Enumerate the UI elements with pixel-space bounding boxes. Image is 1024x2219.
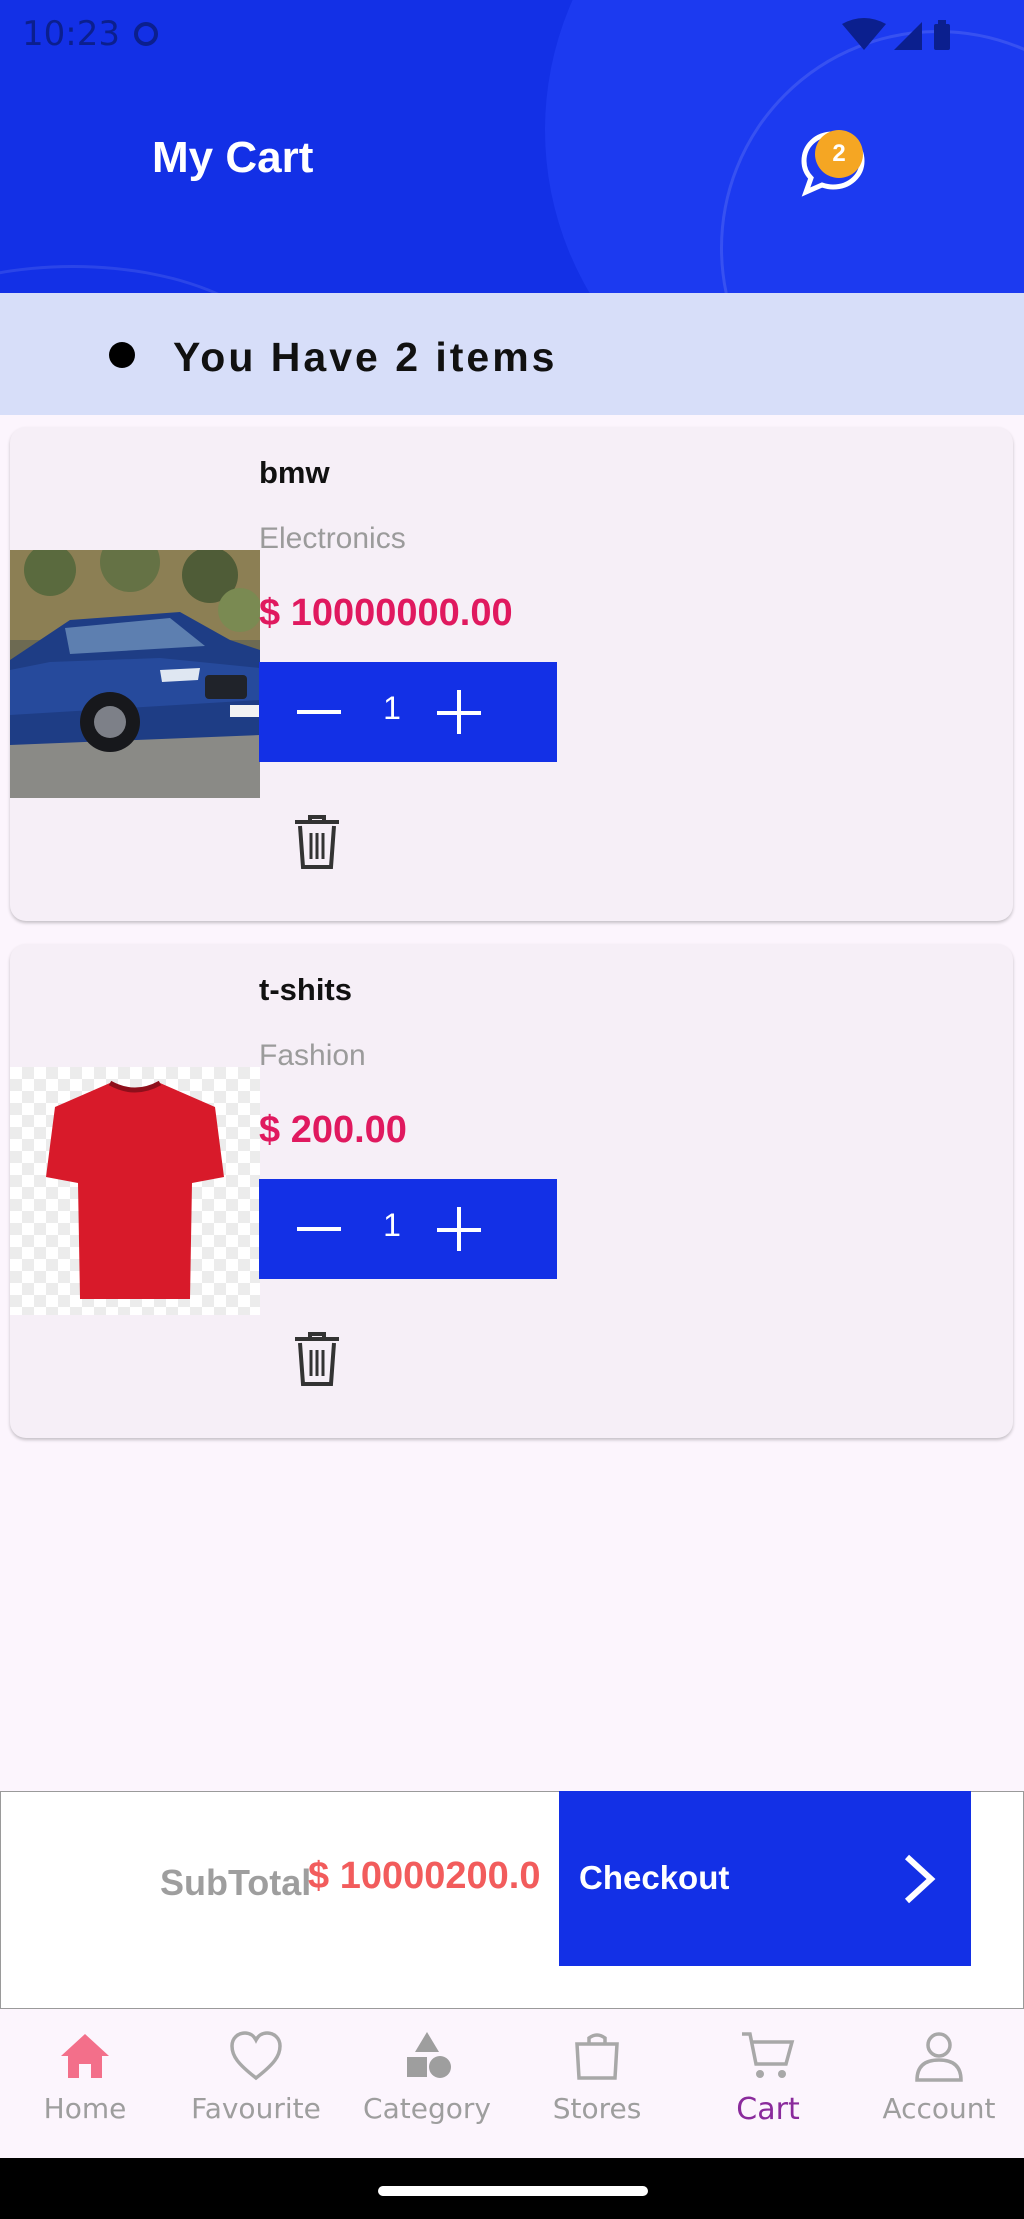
- decrease-quantity-button[interactable]: [297, 1213, 345, 1245]
- header-decor-arc: [0, 265, 286, 293]
- increase-quantity-button[interactable]: [437, 1207, 483, 1253]
- nav-label: Account: [882, 2092, 996, 2125]
- quantity-stepper: 1: [259, 662, 557, 762]
- battery-icon: [934, 24, 950, 50]
- delete-item-button[interactable]: [292, 813, 342, 871]
- chevron-right-icon: [904, 1854, 936, 1904]
- nav-category[interactable]: Category: [342, 2030, 512, 2150]
- cart-icon: [742, 2032, 795, 2078]
- subtotal-label: SubTotal: [160, 1862, 312, 1903]
- decrease-quantity-button[interactable]: [297, 696, 345, 728]
- nav-label: Stores: [552, 2092, 642, 2125]
- nav-stores[interactable]: Stores: [512, 2030, 682, 2150]
- signal-icon: [894, 22, 922, 50]
- status-time: 10:23: [22, 14, 120, 54]
- nav-label: Favourite: [191, 2092, 321, 2125]
- cart-item-card: bmw Electronics $ 10000000.00 1: [10, 427, 1013, 921]
- red-tshirt-image: [10, 1067, 260, 1315]
- home-gesture-pill[interactable]: [378, 2186, 648, 2196]
- nav-cart[interactable]: Cart: [683, 2030, 853, 2150]
- wifi-icon: [842, 18, 886, 50]
- nav-account[interactable]: Account: [854, 2030, 1024, 2150]
- item-category: Electronics: [259, 522, 406, 555]
- status-notification-icon: [134, 22, 158, 46]
- checkout-button[interactable]: Checkout: [559, 1791, 971, 1966]
- nav-home[interactable]: Home: [0, 2030, 170, 2150]
- blue-car-image: [10, 550, 260, 798]
- item-category: Fashion: [259, 1039, 366, 1072]
- store-bag-icon: [575, 2033, 619, 2080]
- heart-icon: [230, 2031, 282, 2081]
- checkout-button-label: Checkout: [579, 1859, 730, 1896]
- item-name: t-shits: [259, 972, 352, 1007]
- cart-summary-text: You Have 2 items: [173, 334, 558, 380]
- nav-label: Category: [363, 2092, 491, 2125]
- page-title: My Cart: [152, 133, 314, 182]
- bullet-dot: [109, 342, 135, 368]
- subtotal-value: $ 10000200.0: [308, 1855, 541, 1897]
- account-icon: [915, 2032, 963, 2082]
- item-price: $ 10000000.00: [259, 592, 513, 634]
- quantity-value: 1: [383, 690, 401, 726]
- nav-label: Home: [43, 2092, 127, 2125]
- trash-icon: [295, 815, 339, 869]
- trash-icon: [295, 1332, 339, 1386]
- chat-badge: 2: [815, 130, 863, 178]
- quantity-value: 1: [383, 1207, 401, 1243]
- nav-label: Cart: [736, 2092, 800, 2127]
- item-name: bmw: [259, 455, 330, 490]
- status-icons: [840, 18, 1000, 59]
- home-icon: [61, 2034, 109, 2078]
- cart-item-card: t-shits Fashion $ 200.00 1: [10, 944, 1013, 1438]
- increase-quantity-button[interactable]: [437, 690, 483, 736]
- item-price: $ 200.00: [259, 1109, 407, 1151]
- quantity-stepper: 1: [259, 1179, 557, 1279]
- nav-favourite[interactable]: Favourite: [171, 2030, 341, 2150]
- category-icon: [407, 2032, 451, 2078]
- delete-item-button[interactable]: [292, 1330, 342, 1388]
